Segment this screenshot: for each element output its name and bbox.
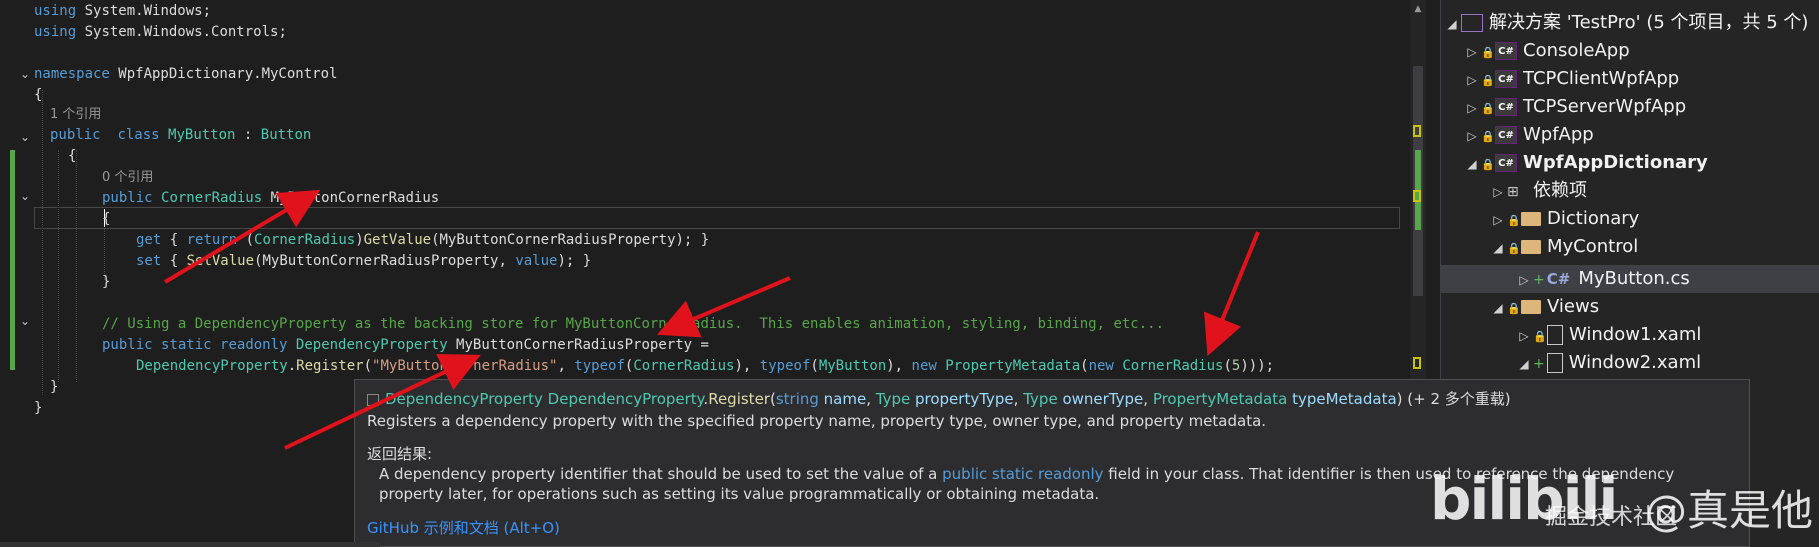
arrow-to-comment [656, 276, 791, 338]
arrow-to-register-string [284, 353, 481, 450]
watermark: bilibili 掘金技术社区 @真是他 [1430, 465, 1819, 547]
arrow-to-property-name [163, 189, 321, 284]
arrow-to-corner-radius [1204, 231, 1260, 357]
status-strip [0, 542, 380, 547]
watermark-user: @真是他 [1645, 486, 1814, 535]
